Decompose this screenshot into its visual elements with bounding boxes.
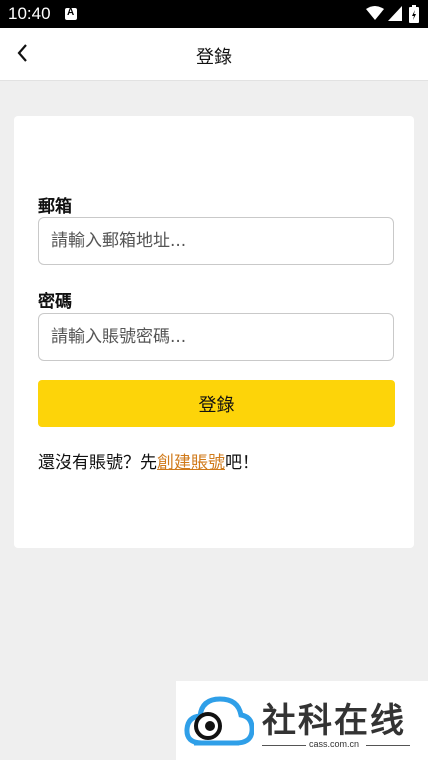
register-prompt: 還沒有賬號？先創建賬號吧！ — [38, 448, 259, 473]
status-time: 10:40 — [8, 4, 51, 23]
login-button[interactable]: 登錄 — [38, 380, 395, 427]
battery-icon — [409, 5, 419, 23]
page-title: 登錄 — [196, 47, 232, 68]
watermark-brand: 社科在线 — [262, 701, 406, 741]
create-account-link[interactable]: 創建賬號 — [157, 453, 225, 473]
app-bar: 登錄 — [0, 28, 428, 81]
notification-icon: A — [65, 7, 77, 20]
email-input[interactable] — [38, 217, 394, 265]
watermark-site: cass.com.cn — [309, 739, 360, 749]
login-card: 郵箱 密碼 登錄 還沒有賬號？先創建賬號吧！ — [14, 116, 414, 548]
register-suffix: 吧！ — [225, 453, 259, 473]
signal-icon — [388, 6, 402, 21]
register-prefix: 還沒有賬號？先 — [38, 453, 157, 473]
watermark: 社科在线 cass.com.cn — [176, 681, 428, 760]
password-input[interactable] — [38, 313, 394, 361]
password-label: 密碼 — [38, 292, 72, 312]
watermark-logo-icon — [184, 696, 254, 746]
watermark-divider-right — [366, 745, 410, 746]
email-label: 郵箱 — [38, 197, 72, 217]
wifi-icon — [366, 6, 384, 20]
status-bar: 10:40 A — [0, 0, 428, 28]
watermark-divider-left — [262, 745, 306, 746]
